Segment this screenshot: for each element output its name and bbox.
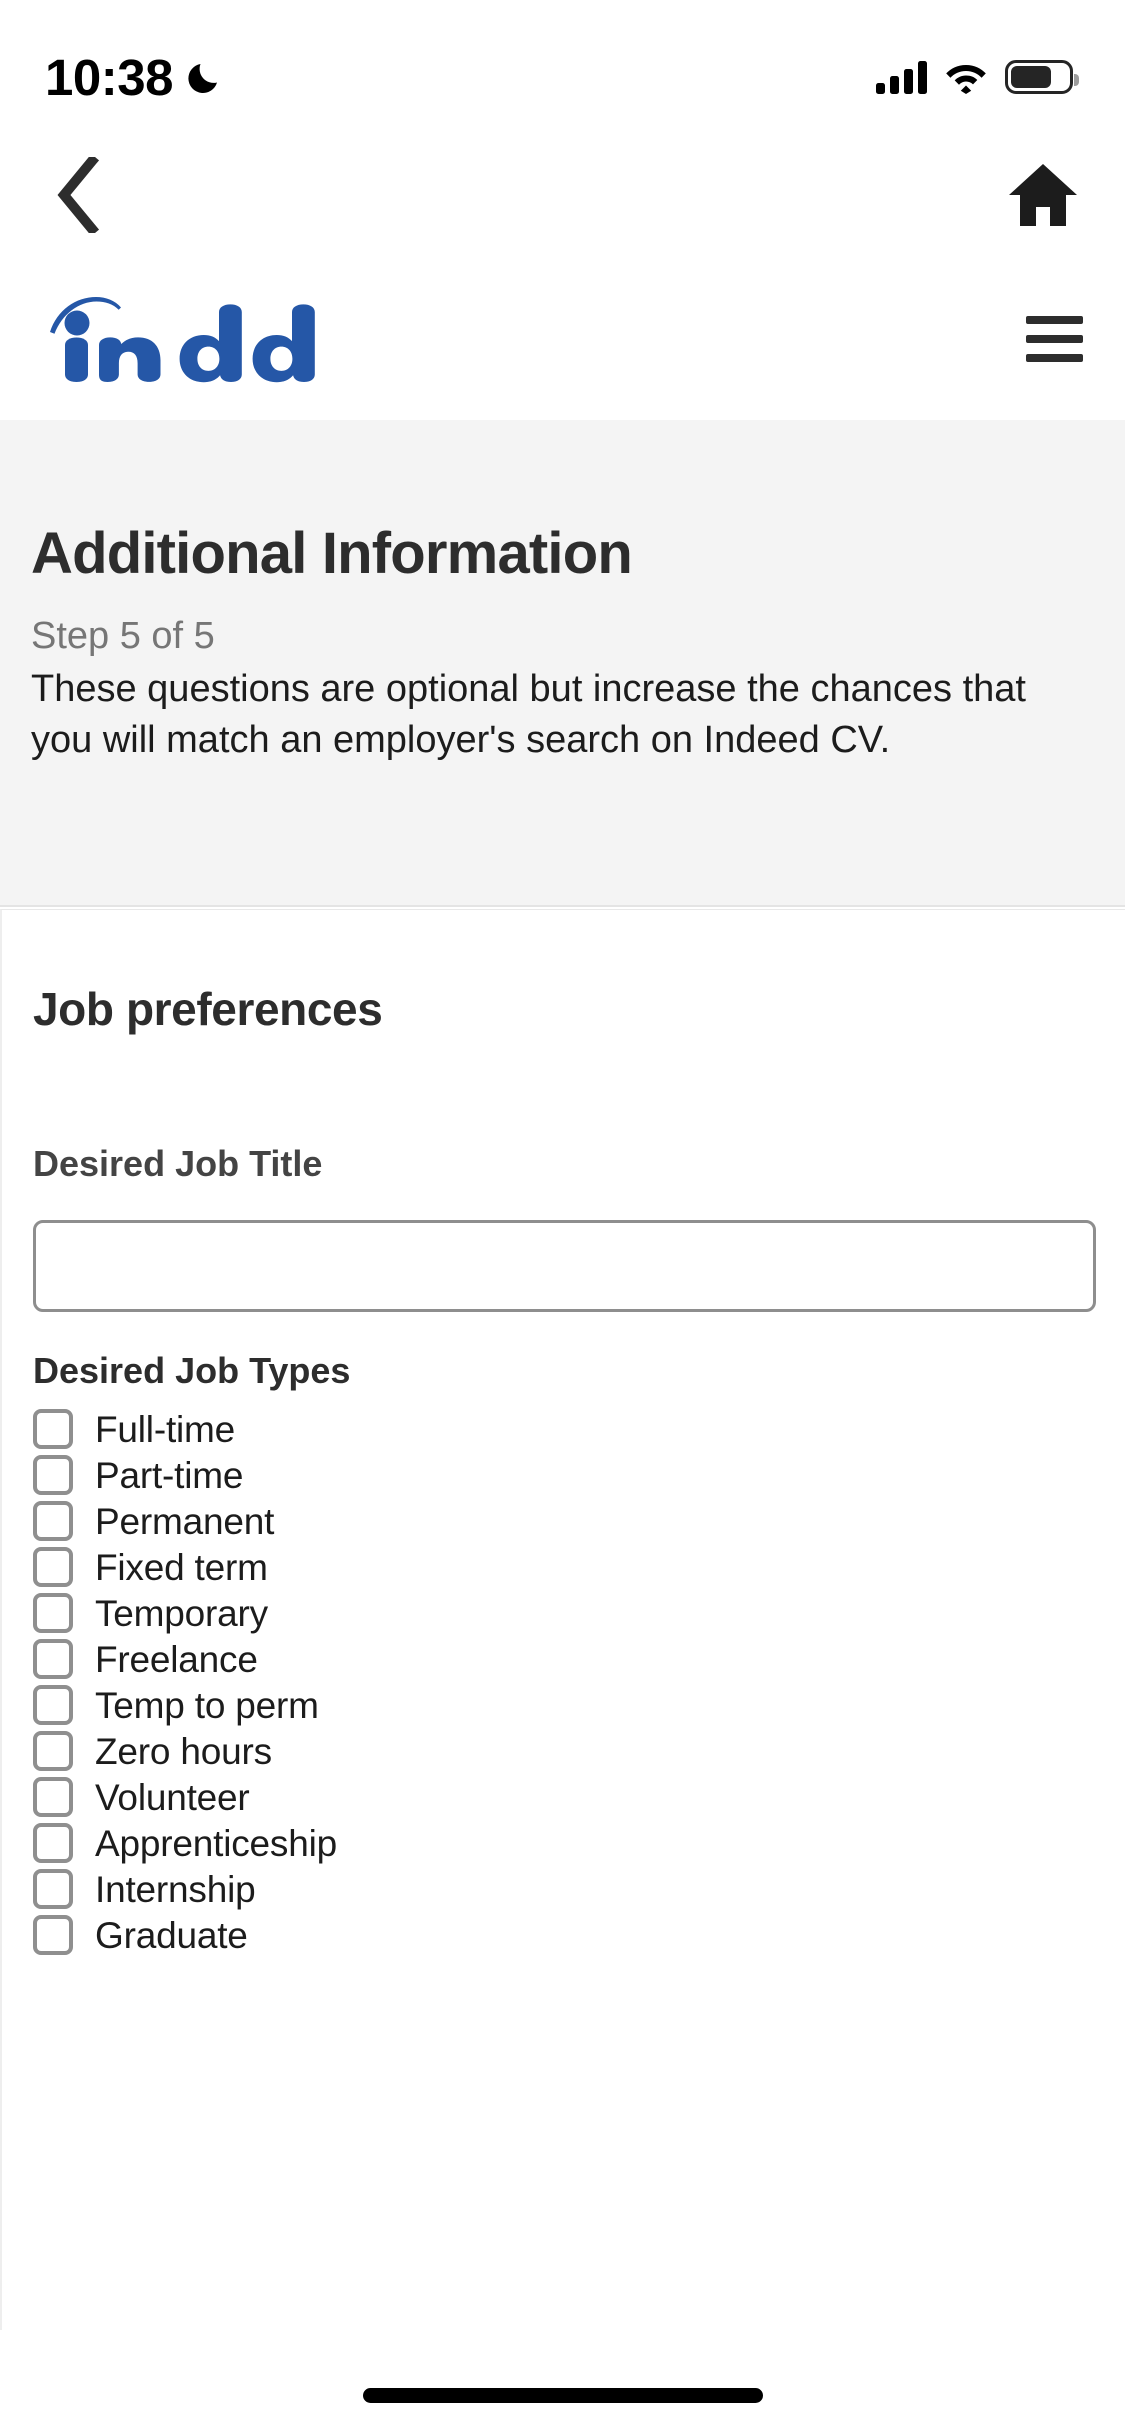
checkbox-icon[interactable] xyxy=(33,1501,73,1541)
job-type-option[interactable]: Apprenticeship xyxy=(33,1820,1094,1866)
status-bar-clock: 10:38 xyxy=(45,48,173,106)
status-bar-right xyxy=(876,60,1079,94)
job-type-label: Temporary xyxy=(95,1592,268,1634)
desired-job-title-input[interactable] xyxy=(33,1220,1096,1312)
job-type-option[interactable]: Part-time xyxy=(33,1452,1094,1498)
job-preferences-card: Job preferences Desired Job Title Desire… xyxy=(0,909,1125,2330)
battery-icon xyxy=(1005,60,1079,94)
job-type-label: Full-time xyxy=(95,1408,236,1450)
job-type-label: Fixed term xyxy=(95,1546,268,1588)
cellular-signal-icon xyxy=(876,60,927,94)
checkbox-icon[interactable] xyxy=(33,1869,73,1909)
checkbox-icon[interactable] xyxy=(33,1455,73,1495)
wifi-icon xyxy=(944,60,988,94)
phone-screen: 10:38 Additional Information Step 5 of 5… xyxy=(0,0,1125,2436)
job-type-label: Internship xyxy=(95,1868,256,1910)
job-type-label: Part-time xyxy=(95,1454,244,1496)
checkbox-icon[interactable] xyxy=(33,1685,73,1725)
page-title: Additional Information xyxy=(31,521,633,586)
job-type-label: Freelance xyxy=(95,1638,258,1680)
page-description: These questions are optional but increas… xyxy=(31,668,1026,761)
home-button[interactable] xyxy=(1007,159,1079,231)
job-type-option[interactable]: Temporary xyxy=(33,1590,1094,1636)
step-indicator: Step 5 of 5 xyxy=(31,614,215,657)
checkbox-icon[interactable] xyxy=(33,1915,73,1955)
desired-job-title-label: Desired Job Title xyxy=(33,1143,323,1184)
job-type-option[interactable]: Graduate xyxy=(33,1912,1094,1958)
job-type-label: Volunteer xyxy=(95,1776,250,1818)
desired-job-types-label: Desired Job Types xyxy=(33,1350,351,1391)
job-type-option[interactable]: Permanent xyxy=(33,1498,1094,1544)
indeed-logo[interactable] xyxy=(30,288,330,389)
home-indicator-bar xyxy=(362,2388,763,2403)
browser-nav-bar xyxy=(0,132,1125,257)
crescent-moon-icon xyxy=(187,59,223,95)
checkbox-icon[interactable] xyxy=(33,1823,73,1863)
checkbox-icon[interactable] xyxy=(33,1777,73,1817)
checkbox-icon[interactable] xyxy=(33,1409,73,1449)
section-title: Job preferences xyxy=(33,983,383,1035)
job-type-option[interactable]: Full-time xyxy=(33,1406,1094,1452)
job-type-label: Graduate xyxy=(95,1914,248,1956)
desired-job-types-checklist: Full-time Part-time Permanent Fixed term Tem… xyxy=(33,1406,1094,1958)
job-type-label: Permanent xyxy=(95,1500,275,1542)
job-type-option[interactable]: Temp to perm xyxy=(33,1682,1094,1728)
job-type-label: Apprenticeship xyxy=(95,1822,337,1864)
checkbox-icon[interactable] xyxy=(33,1731,73,1771)
page-hero: Additional Information Step 5 of 5 These… xyxy=(0,420,1125,907)
site-header xyxy=(0,257,1125,420)
job-type-option[interactable]: Freelance xyxy=(33,1636,1094,1682)
checkbox-icon[interactable] xyxy=(33,1547,73,1587)
checkbox-icon[interactable] xyxy=(33,1639,73,1679)
status-bar-left: 10:38 xyxy=(45,48,223,107)
job-type-option[interactable]: Volunteer xyxy=(33,1774,1094,1820)
status-bar: 10:38 xyxy=(0,0,1125,132)
job-type-option[interactable]: Zero hours xyxy=(33,1728,1094,1774)
job-type-label: Temp to perm xyxy=(95,1684,319,1726)
hamburger-menu-icon[interactable] xyxy=(1015,307,1093,371)
back-button[interactable] xyxy=(42,156,112,234)
job-type-label: Zero hours xyxy=(95,1730,272,1772)
job-type-option[interactable]: Fixed term xyxy=(33,1544,1094,1590)
checkbox-icon[interactable] xyxy=(33,1593,73,1633)
job-type-option[interactable]: Internship xyxy=(33,1866,1094,1912)
